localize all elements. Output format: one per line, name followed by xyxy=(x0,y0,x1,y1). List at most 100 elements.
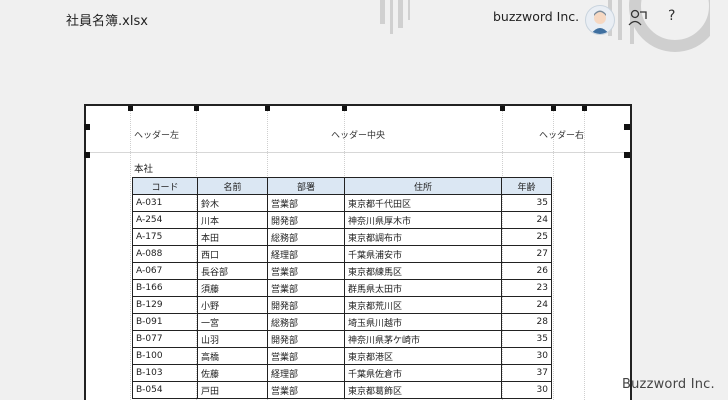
table-row: A-254 川本 開発部 神奈川県厚木市 24 xyxy=(132,211,552,229)
table-cell: 開発部 xyxy=(267,211,345,229)
table-cell: A-067 xyxy=(132,262,198,280)
table-cell: 神奈川県茅ケ崎市 xyxy=(344,330,502,348)
table-cell: 経理部 xyxy=(267,245,345,263)
table-cell: 須藤 xyxy=(197,279,268,297)
margin-handle[interactable] xyxy=(551,106,556,111)
table-cell: 戸田 xyxy=(197,381,268,399)
table-cell: 長谷部 xyxy=(197,262,268,280)
table-cell: 総務部 xyxy=(267,228,345,246)
table-cell: 東京都荒川区 xyxy=(344,296,502,314)
table-cell: 鈴木 xyxy=(197,194,268,212)
table-cell: B-166 xyxy=(132,279,198,297)
table-cell: 営業部 xyxy=(267,381,345,399)
table-cell: 24 xyxy=(501,211,552,229)
table-cell: A-031 xyxy=(132,194,198,212)
file-name: 社員名簿.xlsx xyxy=(66,14,148,29)
account-name[interactable]: buzzword Inc. xyxy=(493,9,579,24)
table-cell: 千葉県浦安市 xyxy=(344,245,502,263)
table-cell: 山羽 xyxy=(197,330,268,348)
header-right: ヘッダー右 xyxy=(538,131,584,141)
table-cell: 千葉県佐倉市 xyxy=(344,364,502,382)
table-cell: 高橋 xyxy=(197,347,268,365)
table-cell: 川本 xyxy=(197,211,268,229)
column-header: 年齢 xyxy=(501,177,552,195)
margin-handle[interactable] xyxy=(342,106,347,111)
table-cell: 35 xyxy=(501,194,552,212)
table-cell: 埼玉県川越市 xyxy=(344,313,502,331)
employee-table: コード 名前 部署 住所 年齢 A-031 鈴木 営業部 東京都千代田区 35 A-254… xyxy=(132,177,552,399)
sheet-title: 本社 xyxy=(134,164,154,175)
table-cell: 25 xyxy=(501,228,552,246)
column-header: 名前 xyxy=(197,177,268,195)
table-cell: 営業部 xyxy=(267,194,345,212)
table-cell: 30 xyxy=(501,347,552,365)
table-row: A-088 西口 経理部 千葉県浦安市 27 xyxy=(132,245,552,263)
table-row: B-129 小野 開発部 東京都荒川区 24 xyxy=(132,296,552,314)
avatar[interactable] xyxy=(585,5,615,35)
table-cell: 35 xyxy=(501,330,552,348)
margin-handle[interactable] xyxy=(582,106,587,111)
header-margin-line xyxy=(86,152,630,153)
table-header-row: コード 名前 部署 住所 年齢 xyxy=(132,177,552,195)
table-row: A-067 長谷部 営業部 東京都練馬区 26 xyxy=(132,262,552,280)
table-cell: 営業部 xyxy=(267,279,345,297)
table-cell: 西口 xyxy=(197,245,268,263)
table-cell: B-054 xyxy=(132,381,198,399)
table-cell: 小野 xyxy=(197,296,268,314)
column-header: コード xyxy=(132,177,198,195)
table-cell: 28 xyxy=(501,313,552,331)
margin-handle[interactable] xyxy=(128,106,133,111)
watermark: Buzzword Inc. xyxy=(622,377,715,392)
table-cell: 東京都練馬区 xyxy=(344,262,502,280)
table-cell: 東京都港区 xyxy=(344,347,502,365)
table-row: B-077 山羽 開発部 神奈川県茅ケ崎市 35 xyxy=(132,330,552,348)
table-cell: A-088 xyxy=(132,245,198,263)
table-cell: 神奈川県厚木市 xyxy=(344,211,502,229)
table-cell: 30 xyxy=(501,381,552,399)
help-icon[interactable]: ? xyxy=(668,8,675,24)
table-cell: 27 xyxy=(501,245,552,263)
margin-handle[interactable] xyxy=(194,106,199,111)
table-cell: 開発部 xyxy=(267,330,345,348)
column-header: 部署 xyxy=(267,177,345,195)
table-cell: 群馬県太田市 xyxy=(344,279,502,297)
table-cell: A-254 xyxy=(132,211,198,229)
table-cell: 23 xyxy=(501,279,552,297)
table-cell: 佐藤 xyxy=(197,364,268,382)
print-preview-page: ヘッダー左 ヘッダー中央 ヘッダー右 本社 コード 名前 部署 住所 年齢 A-… xyxy=(84,104,632,400)
table-row: B-091 一宮 総務部 埼玉県川越市 28 xyxy=(132,313,552,331)
table-cell: A-175 xyxy=(132,228,198,246)
table-cell: 東京都千代田区 xyxy=(344,194,502,212)
table-cell: B-103 xyxy=(132,364,198,382)
margin-handle[interactable] xyxy=(500,106,505,111)
table-cell: 東京都調布市 xyxy=(344,228,502,246)
table-row: B-100 高橋 営業部 東京都港区 30 xyxy=(132,347,552,365)
column-header: 住所 xyxy=(344,177,502,195)
margin-handle[interactable] xyxy=(265,106,270,111)
table-row: B-166 須藤 営業部 群馬県太田市 23 xyxy=(132,279,552,297)
share-icon[interactable] xyxy=(626,7,648,29)
table-cell: 営業部 xyxy=(267,347,345,365)
table-cell: B-129 xyxy=(132,296,198,314)
margin-handle[interactable] xyxy=(624,152,630,158)
table-cell: 東京都葛飾区 xyxy=(344,381,502,399)
table-row: A-175 本田 総務部 東京都調布市 25 xyxy=(132,228,552,246)
table-cell: 一宮 xyxy=(197,313,268,331)
table-cell: 24 xyxy=(501,296,552,314)
table-cell: 37 xyxy=(501,364,552,382)
left-margin-guide xyxy=(130,106,131,400)
table-row: B-103 佐藤 経理部 千葉県佐倉市 37 xyxy=(132,364,552,382)
table-row: A-031 鈴木 営業部 東京都千代田区 35 xyxy=(132,194,552,212)
table-row: B-054 戸田 営業部 東京都葛飾区 30 xyxy=(132,381,552,399)
table-cell: B-100 xyxy=(132,347,198,365)
title-bar: 社員名簿.xlsx buzzword Inc. ? xyxy=(0,0,728,52)
table-cell: 総務部 xyxy=(267,313,345,331)
table-cell: 本田 xyxy=(197,228,268,246)
table-cell: B-091 xyxy=(132,313,198,331)
table-cell: B-077 xyxy=(132,330,198,348)
margin-handle[interactable] xyxy=(84,152,90,158)
table-cell: 営業部 xyxy=(267,262,345,280)
table-cell: 開発部 xyxy=(267,296,345,314)
column-guide xyxy=(553,106,554,400)
table-cell: 26 xyxy=(501,262,552,280)
